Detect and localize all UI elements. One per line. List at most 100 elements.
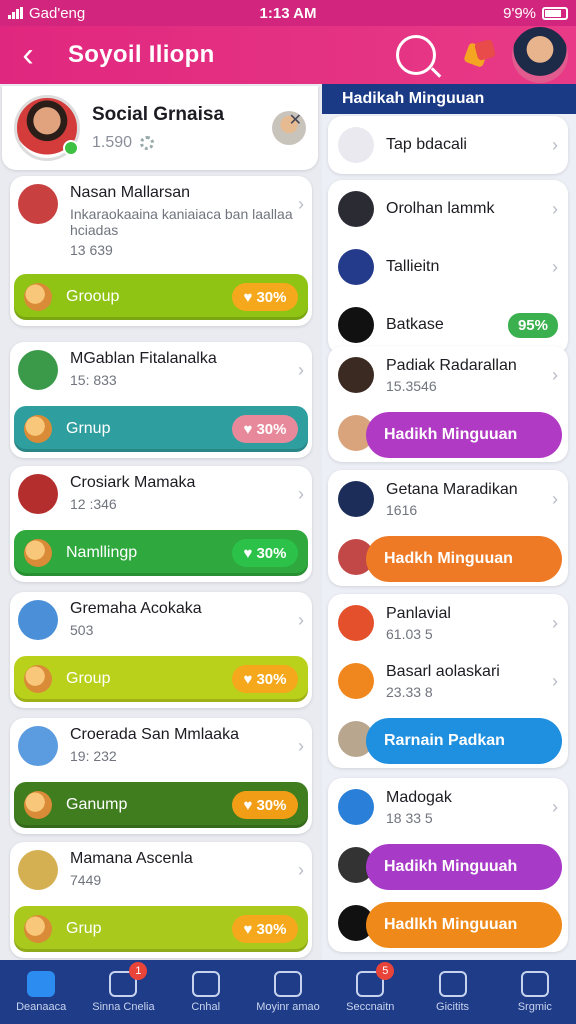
carrier-name: Gad'eng — [29, 4, 86, 22]
group-card[interactable]: Nasan Mallarsan Inkaraokaaina kaniaiaca … — [10, 176, 312, 326]
group-bar-label: Grooup — [66, 288, 120, 305]
item-sub: 61.03 5 — [386, 625, 433, 642]
nav-person[interactable]: Srgmic — [494, 960, 576, 1024]
list-item[interactable]: Basarl aolaskari 23.33 8 › — [328, 652, 568, 710]
profile-card[interactable]: Social Grnaisa 1.590 ✕ — [2, 86, 318, 170]
chevron-right-icon: › — [552, 612, 558, 633]
right-list-card: Orolhan lammk › Tallieitn › Batkase 95% — [328, 180, 568, 354]
action-button[interactable]: Hadikh Minguuan — [366, 412, 562, 458]
percent-pill: ♥ 30% — [232, 915, 298, 943]
nav-globe[interactable]: Gicitits — [411, 960, 493, 1024]
online-indicator — [63, 140, 79, 156]
heart-icon: ♥ — [243, 420, 253, 438]
teddy-icon — [24, 791, 52, 819]
back-button[interactable]: ‹ — [0, 26, 56, 84]
group-sub: 503 — [70, 622, 94, 638]
close-icon[interactable]: ✕ — [289, 110, 302, 130]
profile-count: 1.590 — [92, 134, 133, 151]
header-avatar[interactable] — [512, 27, 568, 83]
percent-value: 30% — [256, 670, 287, 688]
action-row[interactable]: Hadlkh Minguuan — [328, 894, 568, 952]
right-panel: Hadikah Minguuan Tap bdacali › Orolhan l… — [322, 84, 576, 960]
group-action-bar[interactable]: Ganump ♥ 30% — [14, 782, 308, 828]
home-icon — [27, 971, 56, 997]
top-item-card[interactable]: Tap bdacali › — [328, 116, 568, 174]
nav-heart[interactable]: Cnhal — [165, 960, 247, 1024]
person-icon — [520, 971, 549, 997]
action-button[interactable]: Hadlkh Minguuan — [366, 902, 562, 948]
group-card[interactable]: Mamana Ascenla 7449 › Grup ♥ 30% — [10, 842, 312, 958]
list-icon — [273, 971, 302, 997]
nav-link[interactable]: Sinna Cnelia 1 — [82, 960, 164, 1024]
group-action-bar[interactable]: Grooup ♥ 30% — [14, 274, 308, 320]
list-item[interactable]: Padiak Radarallan 15.3546 › — [328, 346, 568, 404]
percent-value: 30% — [256, 920, 287, 938]
chevron-right-icon: › — [298, 360, 304, 380]
group-action-bar[interactable]: Namllingp ♥ 30% — [14, 530, 308, 576]
nav-home[interactable]: Deanaaca — [0, 960, 82, 1024]
group-card[interactable]: Croerada San Mmlaaka 19: 232 › Ganump ♥ 3… — [10, 718, 312, 834]
action-row[interactable]: Hadkh Minguuan — [328, 528, 568, 586]
group-bar-label: Namllingp — [66, 544, 138, 561]
heart-icon: ♥ — [243, 920, 253, 938]
group-bar-label: Grnup — [66, 420, 111, 437]
group-action-bar[interactable]: Grup ♥ 30% — [14, 906, 308, 952]
nav-check[interactable]: Seccnaitn 5 — [329, 960, 411, 1024]
bottom-nav: Deanaaca Sinna Cnelia 1 Cnhal Moyinr amao Sec… — [0, 960, 576, 1024]
list-item[interactable]: Tallieitn › — [328, 238, 568, 296]
item-icon — [338, 789, 374, 825]
puzzle-button[interactable] — [462, 37, 498, 73]
action-row[interactable]: Hadikh Minguuah — [328, 836, 568, 894]
item-name: Batkase — [386, 316, 444, 333]
teddy-icon — [24, 283, 52, 311]
list-item[interactable]: Orolhan lammk › — [328, 180, 568, 238]
heart-icon: ♥ — [243, 288, 253, 306]
groups-column: Social Grnaisa 1.590 ✕ Nasan Mallarsan I… — [0, 84, 322, 960]
chevron-right-icon: › — [552, 796, 558, 817]
chevron-right-icon: › — [298, 194, 304, 214]
heart-icon: ♥ — [243, 670, 253, 688]
chevron-right-icon: › — [298, 736, 304, 756]
item-name: Basarl aolaskari — [386, 662, 500, 680]
list-item[interactable]: Panlavial 61.03 5 › — [328, 594, 568, 652]
group-card[interactable]: Gremaha Acokaka 503 › Group ♥ 30% — [10, 592, 312, 708]
list-item[interactable]: Getana Maradikan 1616 › — [328, 470, 568, 528]
percent-pill: ♥ 30% — [232, 539, 298, 567]
profile-count-row: 1.590 — [92, 134, 272, 152]
group-card[interactable]: Crosiark Mamaka 12 :346 › Namllingp ♥ 30% — [10, 466, 312, 582]
search-button[interactable] — [396, 35, 436, 75]
group-bar-label: Ganump — [66, 796, 128, 813]
action-row[interactable]: Rarnain Padkan — [328, 710, 568, 768]
item-sub: 15.3546 — [386, 377, 437, 394]
status-bar: Gad'eng 1:13 AM 9'9% — [0, 0, 576, 26]
item-icon — [338, 249, 374, 285]
item-icon — [338, 481, 374, 517]
action-button[interactable]: Hadkh Minguuan — [366, 536, 562, 582]
action-row[interactable]: Hadikh Minguuan — [328, 404, 568, 462]
gear-icon[interactable] — [140, 136, 155, 150]
item-icon — [338, 663, 374, 699]
chevron-right-icon: › — [552, 256, 558, 277]
item-sub: 1616 — [386, 501, 418, 518]
notification-badge: 5 — [376, 962, 395, 980]
group-action-bar[interactable]: Grnup ♥ 30% — [14, 406, 308, 452]
teddy-icon — [24, 665, 52, 693]
list-item[interactable]: Madogak 18 33 5 › — [328, 778, 568, 836]
action-button[interactable]: Rarnain Padkan — [366, 718, 562, 764]
percent-pill: ♥ 30% — [232, 665, 298, 693]
profile-name: Social Grnaisa — [92, 104, 225, 125]
nav-list[interactable]: Moyinr amao — [247, 960, 329, 1024]
nav-label: Gicitits — [436, 1001, 470, 1013]
right-list-card: Getana Maradikan 1616 › Hadkh Minguuan — [328, 470, 568, 586]
heart-icon — [191, 971, 220, 997]
action-button[interactable]: Hadikh Minguuah — [366, 844, 562, 890]
group-bar-label: Grup — [66, 920, 102, 937]
group-action-bar[interactable]: Group ♥ 30% — [14, 656, 308, 702]
chevron-right-icon: › — [552, 670, 558, 691]
teddy-icon — [24, 915, 52, 943]
right-panel-title: Hadikah Minguuan — [322, 84, 576, 114]
avatar — [18, 184, 58, 224]
group-card[interactable]: MGablan Fitalanalka 15: 833 › Grnup ♥ 30% — [10, 342, 312, 458]
group-sub: 15: 833 — [70, 372, 117, 388]
teddy-icon — [24, 539, 52, 567]
